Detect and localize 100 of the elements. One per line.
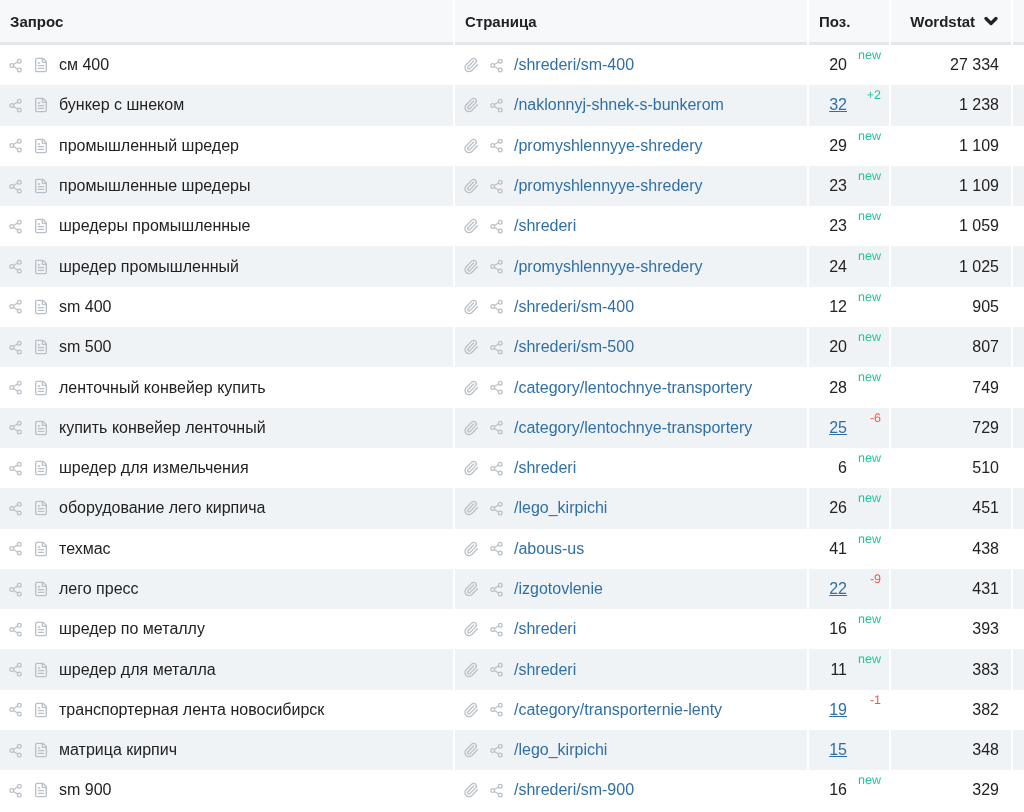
document-icon[interactable] [33,540,49,557]
share-icon[interactable] [8,500,23,516]
share-icon[interactable] [8,339,23,355]
share-icon[interactable] [8,138,23,154]
share-icon[interactable] [489,621,504,637]
paperclip-icon[interactable] [463,742,479,759]
paperclip-icon[interactable] [463,218,479,235]
page-link[interactable]: /shrederi [514,217,577,236]
paperclip-icon[interactable] [463,339,479,356]
share-icon[interactable] [489,178,504,194]
paperclip-icon[interactable] [463,460,479,477]
share-icon[interactable] [489,57,504,73]
document-icon[interactable] [33,581,49,597]
share-icon[interactable] [489,420,504,436]
share-icon[interactable] [489,581,504,597]
position-link[interactable]: 32 [829,96,847,115]
position-link[interactable]: 15 [829,741,847,760]
share-icon[interactable] [8,541,23,557]
share-icon[interactable] [8,420,23,436]
share-icon[interactable] [8,621,23,637]
page-link[interactable]: /shrederi/sm-400 [514,297,635,316]
document-icon[interactable] [33,701,49,718]
page-link[interactable]: /category/lentochnye-transportery [514,378,753,397]
share-icon[interactable] [8,702,23,718]
page-link[interactable]: /lego_kirpichi [514,499,608,518]
share-icon[interactable] [489,742,504,758]
column-header[interactable]: Запрос [0,0,453,45]
document-icon[interactable] [33,782,49,799]
position-link[interactable]: 19 [829,700,847,719]
document-icon[interactable] [33,460,49,477]
share-icon[interactable] [489,662,504,678]
paperclip-icon[interactable] [463,661,479,678]
page-link[interactable]: /shrederi/sm-900 [514,781,635,800]
paperclip-icon[interactable] [463,419,479,436]
document-icon[interactable] [33,137,49,154]
share-icon[interactable] [8,259,23,275]
share-icon[interactable] [8,178,23,194]
share-icon[interactable] [489,702,504,718]
share-icon[interactable] [489,97,504,113]
share-icon[interactable] [8,218,23,234]
share-icon[interactable] [8,299,23,315]
document-icon[interactable] [33,742,49,759]
page-link[interactable]: /shrederi/sm-400 [514,56,635,75]
share-icon[interactable] [8,662,23,678]
paperclip-icon[interactable] [463,57,479,74]
document-icon[interactable] [33,57,49,74]
share-icon[interactable] [8,581,23,597]
share-icon[interactable] [489,380,504,395]
paperclip-icon[interactable] [463,621,479,638]
share-icon[interactable] [489,299,504,315]
share-icon[interactable] [489,218,504,234]
share-icon[interactable] [8,380,23,395]
page-link[interactable]: /abous-us [514,539,585,558]
page-link[interactable]: /promyshlennyye-shredery [514,136,703,155]
share-icon[interactable] [8,57,23,73]
share-icon[interactable] [489,541,504,557]
share-icon[interactable] [489,339,504,355]
position-link[interactable]: 22 [829,580,847,598]
paperclip-icon[interactable] [463,701,479,718]
page-link[interactable]: /category/transporternie-lenty [514,700,723,719]
share-icon[interactable] [489,500,504,516]
column-header[interactable]: Поз. [809,0,889,45]
column-header[interactable]: Wordstat [891,0,1011,45]
paperclip-icon[interactable] [463,782,479,799]
page-link[interactable]: /lego_kirpichi [514,741,608,760]
paperclip-icon[interactable] [463,379,479,396]
document-icon[interactable] [33,661,49,678]
document-icon[interactable] [33,500,49,517]
page-link[interactable]: /izgotovlenie [514,580,603,598]
paperclip-icon[interactable] [463,137,479,154]
page-link[interactable]: /shrederi/sm-500 [514,338,635,357]
document-icon[interactable] [33,298,49,315]
document-icon[interactable] [33,379,49,396]
share-icon[interactable] [489,783,504,798]
paperclip-icon[interactable] [463,540,479,557]
page-link[interactable]: /shrederi [514,620,577,639]
paperclip-icon[interactable] [463,298,479,315]
share-icon[interactable] [489,460,504,476]
document-icon[interactable] [33,258,49,275]
share-icon[interactable] [8,783,23,798]
paperclip-icon[interactable] [463,500,479,517]
share-icon[interactable] [489,138,504,154]
share-icon[interactable] [8,742,23,758]
page-link[interactable]: /shrederi [514,459,577,478]
position-link[interactable]: 25 [829,418,847,437]
paperclip-icon[interactable] [463,581,479,597]
document-icon[interactable] [33,178,49,195]
document-icon[interactable] [33,621,49,638]
document-icon[interactable] [33,218,49,235]
share-icon[interactable] [489,259,504,275]
document-icon[interactable] [33,339,49,356]
column-header[interactable]: Страница [455,0,807,45]
paperclip-icon[interactable] [463,97,479,114]
paperclip-icon[interactable] [463,178,479,195]
share-icon[interactable] [8,97,23,113]
document-icon[interactable] [33,419,49,436]
share-icon[interactable] [8,460,23,476]
page-link[interactable]: /shrederi [514,660,577,679]
document-icon[interactable] [33,97,49,114]
paperclip-icon[interactable] [463,258,479,275]
